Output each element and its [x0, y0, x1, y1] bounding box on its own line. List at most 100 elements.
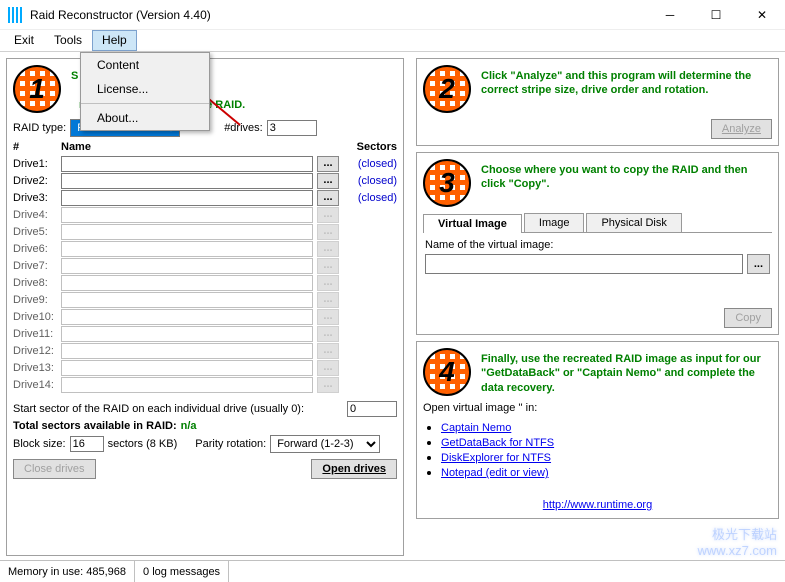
drive-row: Drive5:... — [13, 223, 397, 240]
block-size-input[interactable] — [70, 436, 104, 452]
step-4-text: Finally, use the recreated RAID image as… — [481, 348, 772, 396]
step-2-circle: 2 — [423, 65, 471, 113]
drive-row: Drive11:... — [13, 325, 397, 342]
start-sector-input[interactable] — [347, 401, 397, 417]
drive-sector-value: (closed) — [343, 175, 397, 187]
virtual-image-browse-button[interactable]: ... — [747, 254, 770, 274]
open-in-label: Open virtual image '' in: — [423, 402, 772, 414]
tab-virtual-image[interactable]: Virtual Image — [423, 214, 522, 233]
drive-row: Drive14:... — [13, 376, 397, 393]
drive-browse-button: ... — [317, 275, 339, 291]
drive-name-input — [61, 309, 313, 325]
drive-label: Drive9: — [13, 294, 61, 306]
drive-browse-button: ... — [317, 309, 339, 325]
drive-label: Drive2: — [13, 175, 61, 187]
help-content[interactable]: Content — [81, 53, 209, 77]
window-title: Raid Reconstructor (Version 4.40) — [30, 8, 647, 22]
drive-row: Drive8:... — [13, 274, 397, 291]
drive-browse-button: ... — [317, 343, 339, 359]
drive-row: Drive7:... — [13, 257, 397, 274]
drive-name-input — [61, 360, 313, 376]
drive-row: Drive1:...(closed) — [13, 155, 397, 172]
block-size-hint: sectors (8 KB) — [108, 438, 178, 450]
drive-browse-button[interactable]: ... — [317, 190, 339, 206]
titlebar: Raid Reconstructor (Version 4.40) ─ ☐ ✕ — [0, 0, 785, 30]
status-log: 0 log messages — [135, 561, 229, 582]
minimize-button[interactable]: ─ — [647, 0, 693, 30]
link-notepad[interactable]: Notepad (edit or view) — [441, 467, 772, 479]
col-name: Name — [61, 141, 343, 153]
link-runtime[interactable]: http://www.runtime.org — [423, 499, 772, 511]
step-2-text: Click "Analyze" and this program will de… — [481, 65, 772, 113]
drive-row: Drive3:...(closed) — [13, 189, 397, 206]
drive-label: Drive5: — [13, 226, 61, 238]
parity-rotation-select[interactable]: Forward (1-2-3) — [270, 435, 380, 453]
virtual-image-input[interactable] — [425, 254, 743, 274]
drive-browse-button: ... — [317, 224, 339, 240]
raid-type-label: RAID type: — [13, 122, 66, 134]
tab-image[interactable]: Image — [524, 213, 585, 232]
col-sectors: Sectors — [343, 141, 397, 153]
menu-exit[interactable]: Exit — [4, 30, 44, 51]
drive-name-input — [61, 377, 313, 393]
drive-browse-button: ... — [317, 360, 339, 376]
link-getdataback[interactable]: GetDataBack for NTFS — [441, 437, 772, 449]
close-button[interactable]: ✕ — [739, 0, 785, 30]
drive-name-input — [61, 326, 313, 342]
drive-browse-button: ... — [317, 241, 339, 257]
drive-name-input[interactable] — [61, 156, 313, 172]
drive-label: Drive14: — [13, 379, 61, 391]
start-sector-label: Start sector of the RAID on each individ… — [13, 403, 343, 415]
step-1-circle: 1 — [13, 65, 61, 113]
parity-rotation-label: Parity rotation: — [195, 438, 266, 450]
drive-label: Drive10: — [13, 311, 61, 323]
step-3-text: Choose where you want to copy the RAID a… — [481, 159, 772, 207]
link-captain-nemo[interactable]: Captain Nemo — [441, 422, 772, 434]
copy-button[interactable]: Copy — [724, 308, 772, 328]
drive-row: Drive2:... (closed) — [13, 172, 397, 189]
step-3-circle: 3 — [423, 159, 471, 207]
menubar: Exit Tools Help — [0, 30, 785, 52]
analyze-button[interactable]: Analyze — [711, 119, 772, 139]
drive-browse-button: ... — [317, 292, 339, 308]
statusbar: Memory in use: 485,968 0 log messages — [0, 560, 785, 582]
help-license[interactable]: License... — [81, 77, 209, 101]
drive-name-input[interactable] — [61, 173, 313, 189]
maximize-button[interactable]: ☐ — [693, 0, 739, 30]
drive-browse-button: ... — [317, 377, 339, 393]
help-about[interactable]: About... — [81, 106, 209, 130]
step-4-circle: 4 — [423, 348, 471, 396]
drive-row: Drive9:... — [13, 291, 397, 308]
total-sectors-value: n/a — [181, 420, 197, 432]
status-memory: Memory in use: 485,968 — [0, 561, 135, 582]
drive-name-input — [61, 207, 313, 223]
drive-browse-button[interactable]: ... — [317, 156, 339, 172]
drive-row: Drive13:... — [13, 359, 397, 376]
drive-name-input[interactable] — [61, 190, 313, 206]
drive-sector-value: (closed) — [343, 158, 397, 170]
menu-tools[interactable]: Tools — [44, 30, 92, 51]
link-diskexplorer[interactable]: DiskExplorer for NTFS — [441, 452, 772, 464]
drive-label: Drive11: — [13, 328, 61, 340]
app-icon — [8, 7, 24, 23]
drives-count-input[interactable] — [267, 120, 317, 136]
drive-label: Drive12: — [13, 345, 61, 357]
virtual-image-label: Name of the virtual image: — [425, 239, 770, 251]
drive-label: Drive13: — [13, 362, 61, 374]
drive-name-input — [61, 343, 313, 359]
drive-row: Drive6:... — [13, 240, 397, 257]
help-dropdown: Content License... About... — [80, 52, 210, 131]
drive-browse-button: ... — [317, 326, 339, 342]
close-drives-button[interactable]: Close drives — [13, 459, 96, 479]
tab-physical-disk[interactable]: Physical Disk — [586, 213, 681, 232]
drive-label: Drive8: — [13, 277, 61, 289]
drive-browse-button[interactable]: ... — [317, 173, 339, 189]
drive-label: Drive7: — [13, 260, 61, 272]
menu-help[interactable]: Help — [92, 30, 137, 51]
drive-name-input — [61, 241, 313, 257]
open-drives-button[interactable]: Open drives — [311, 459, 397, 479]
drive-label: Drive6: — [13, 243, 61, 255]
drive-sector-value: (closed) — [343, 192, 397, 204]
col-num: # — [13, 141, 61, 153]
drive-name-input — [61, 275, 313, 291]
